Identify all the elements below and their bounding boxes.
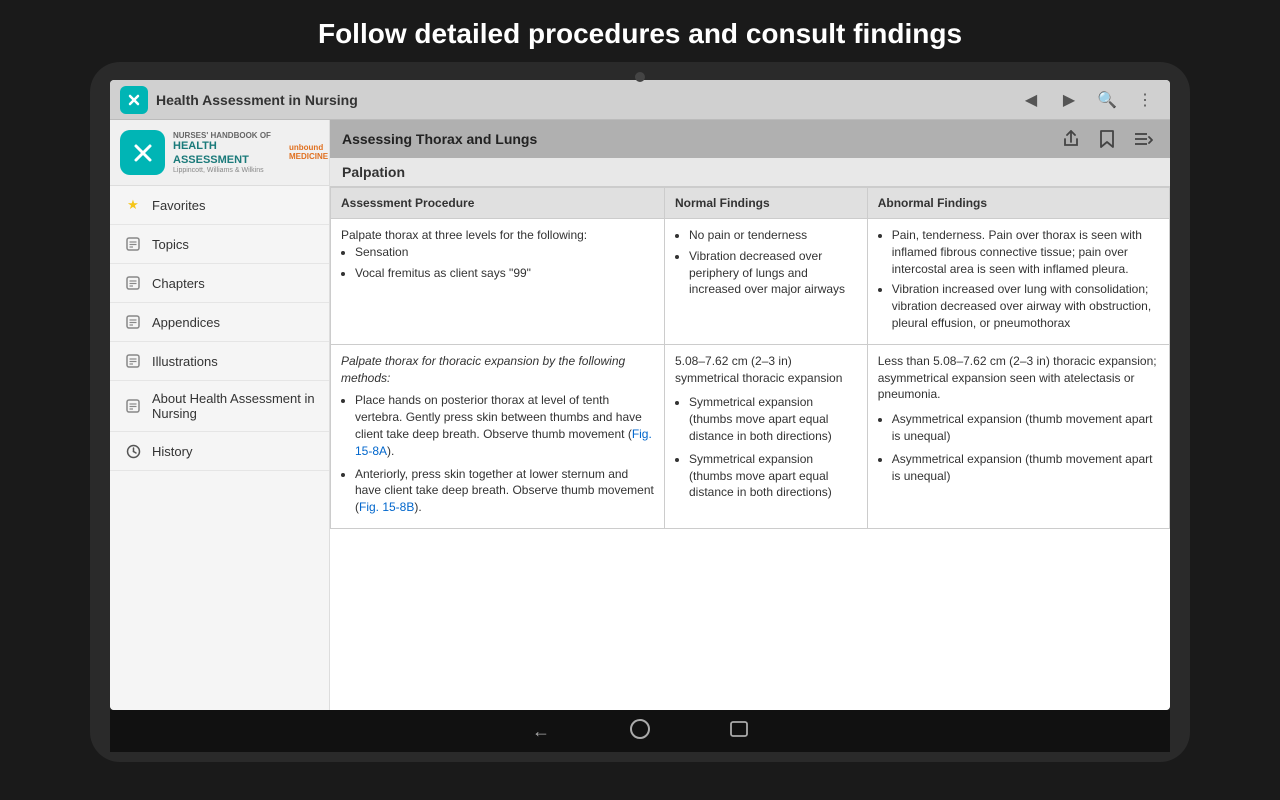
normal-item-2a: Symmetrical expansion (thumbs move apart…	[689, 394, 857, 444]
app-title: Health Assessment in Nursing	[156, 92, 1016, 108]
tablet-screen: Health Assessment in Nursing ◀ ▶ 🔍 ⋮	[110, 80, 1170, 710]
procedure-cell-1: Palpate thorax at three levels for the f…	[331, 219, 665, 345]
normal-item-2b: Symmetrical expansion (thumbs move apart…	[689, 451, 857, 501]
fig-15-8a-link[interactable]: Fig. 15-8A	[355, 427, 652, 458]
fig-15-8b-link[interactable]: Fig. 15-8B	[359, 500, 414, 514]
chapters-icon	[124, 274, 142, 292]
search-button[interactable]: 🔍	[1092, 85, 1122, 115]
procedure-italic-text: Palpate thorax for thoracic expansion by…	[341, 354, 625, 385]
sidebar-item-about[interactable]: About Health Assessment in Nursing	[110, 381, 329, 432]
abnormal-item-1b: Vibration increased over lung with conso…	[892, 281, 1159, 331]
normal-summary: 5.08–7.62 cm (2–3 in) symmetrical thorac…	[675, 353, 857, 387]
procedure-item-2b: Anteriorly, press skin together at lower…	[355, 466, 654, 516]
sidebar-item-appendices[interactable]: Appendices	[110, 303, 329, 342]
abnormal-item-1a: Pain, tenderness. Pain over thorax is se…	[892, 227, 1159, 277]
procedure-item-1b: Vocal fremitus as client says "99"	[355, 265, 654, 282]
android-nav-bar: ←	[110, 710, 1170, 752]
normal-cell-2: 5.08–7.62 cm (2–3 in) symmetrical thorac…	[665, 344, 868, 528]
sidebar-subtitle: Lippincott, Williams & Wilkins	[173, 167, 281, 174]
procedure-item-1a: Sensation	[355, 244, 654, 261]
sidebar-header-text: NURSES' HANDBOOK of HEALTH ASSESSMENT Li…	[173, 131, 281, 173]
procedure-item-2a: Place hands on posterior thorax at level…	[355, 392, 654, 459]
app-icon	[120, 86, 148, 114]
content-section-title: Assessing Thorax and Lungs	[342, 131, 1046, 147]
normal-item-1a: No pain or tenderness	[689, 227, 857, 244]
abnormal-item-2b: Asymmetrical expansion (thumb movement a…	[892, 451, 1159, 485]
palpation-label: Palpation	[330, 158, 1170, 187]
procedure-text-1: Palpate thorax at three levels for the f…	[341, 228, 587, 242]
history-clock-icon	[124, 442, 142, 460]
publisher-of: of	[260, 131, 271, 140]
sidebar-label-topics: Topics	[152, 237, 189, 252]
sidebar-item-history[interactable]: History	[110, 432, 329, 471]
normal-cell-1: No pain or tenderness Vibration decrease…	[665, 219, 868, 345]
sidebar-label-about: About Health Assessment in Nursing	[152, 391, 315, 421]
tablet-frame: Health Assessment in Nursing ◀ ▶ 🔍 ⋮	[90, 62, 1190, 762]
sidebar-book-title: HEALTH ASSESSMENT	[173, 140, 281, 166]
assessment-table: Assessment Procedure Normal Findings Abn…	[330, 187, 1170, 529]
illustrations-icon	[124, 352, 142, 370]
sidebar-item-illustrations[interactable]: Illustrations	[110, 342, 329, 381]
abnormal-item-2a: Asymmetrical expansion (thumb movement a…	[892, 411, 1159, 445]
abnormal-summary: Less than 5.08–7.62 cm (2–3 in) thoracic…	[878, 353, 1159, 403]
sidebar-item-topics[interactable]: Topics	[110, 225, 329, 264]
appendices-icon	[124, 313, 142, 331]
table-row: Palpate thorax for thoracic expansion by…	[331, 344, 1170, 528]
top-bar: Health Assessment in Nursing ◀ ▶ 🔍 ⋮	[110, 80, 1170, 120]
main-area: NURSES' HANDBOOK of HEALTH ASSESSMENT Li…	[110, 120, 1170, 710]
unbound-logo: unboundMEDICINE	[289, 144, 319, 162]
col-header-abnormal: Abnormal Findings	[867, 188, 1169, 219]
bookmark-button[interactable]	[1092, 124, 1122, 154]
star-icon: ★	[124, 196, 142, 214]
share-button[interactable]	[1056, 124, 1086, 154]
page-headline: Follow detailed procedures and consult f…	[0, 0, 1280, 62]
col-header-procedure: Assessment Procedure	[331, 188, 665, 219]
about-icon	[124, 397, 142, 415]
android-recents-button[interactable]	[730, 721, 748, 742]
sidebar: NURSES' HANDBOOK of HEALTH ASSESSMENT Li…	[110, 120, 330, 710]
sidebar-label-illustrations: Illustrations	[152, 354, 218, 369]
toc-button[interactable]	[1128, 124, 1158, 154]
abnormal-cell-1: Pain, tenderness. Pain over thorax is se…	[867, 219, 1169, 345]
sidebar-label-appendices: Appendices	[152, 315, 220, 330]
col-header-normal: Normal Findings	[665, 188, 868, 219]
back-button[interactable]: ◀	[1016, 85, 1046, 115]
forward-button[interactable]: ▶	[1054, 85, 1084, 115]
publisher-prefix: NURSES' HANDBOOK	[173, 131, 258, 140]
top-bar-icons: ◀ ▶ 🔍 ⋮	[1016, 85, 1160, 115]
sidebar-header: NURSES' HANDBOOK of HEALTH ASSESSMENT Li…	[110, 120, 329, 186]
content-body[interactable]: Palpation Assessment Procedure Normal Fi…	[330, 158, 1170, 710]
sidebar-app-icon	[120, 130, 165, 175]
sidebar-label-history: History	[152, 444, 192, 459]
normal-item-1b: Vibration decreased over periphery of lu…	[689, 248, 857, 298]
procedure-cell-2: Palpate thorax for thoracic expansion by…	[331, 344, 665, 528]
sidebar-label-chapters: Chapters	[152, 276, 205, 291]
android-back-button[interactable]: ←	[532, 721, 550, 742]
sidebar-publisher: NURSES' HANDBOOK of	[173, 131, 281, 140]
content-area: Assessing Thorax and Lungs	[330, 120, 1170, 710]
content-header-icons	[1056, 124, 1158, 154]
sidebar-label-favorites: Favorites	[152, 198, 205, 213]
abnormal-cell-2: Less than 5.08–7.62 cm (2–3 in) thoracic…	[867, 344, 1169, 528]
topics-icon	[124, 235, 142, 253]
menu-button[interactable]: ⋮	[1130, 85, 1160, 115]
content-header: Assessing Thorax and Lungs	[330, 120, 1170, 158]
android-home-button[interactable]	[630, 719, 650, 744]
camera	[635, 72, 645, 82]
sidebar-item-favorites[interactable]: ★ Favorites	[110, 186, 329, 225]
sidebar-item-chapters[interactable]: Chapters	[110, 264, 329, 303]
table-row: Palpate thorax at three levels for the f…	[331, 219, 1170, 345]
